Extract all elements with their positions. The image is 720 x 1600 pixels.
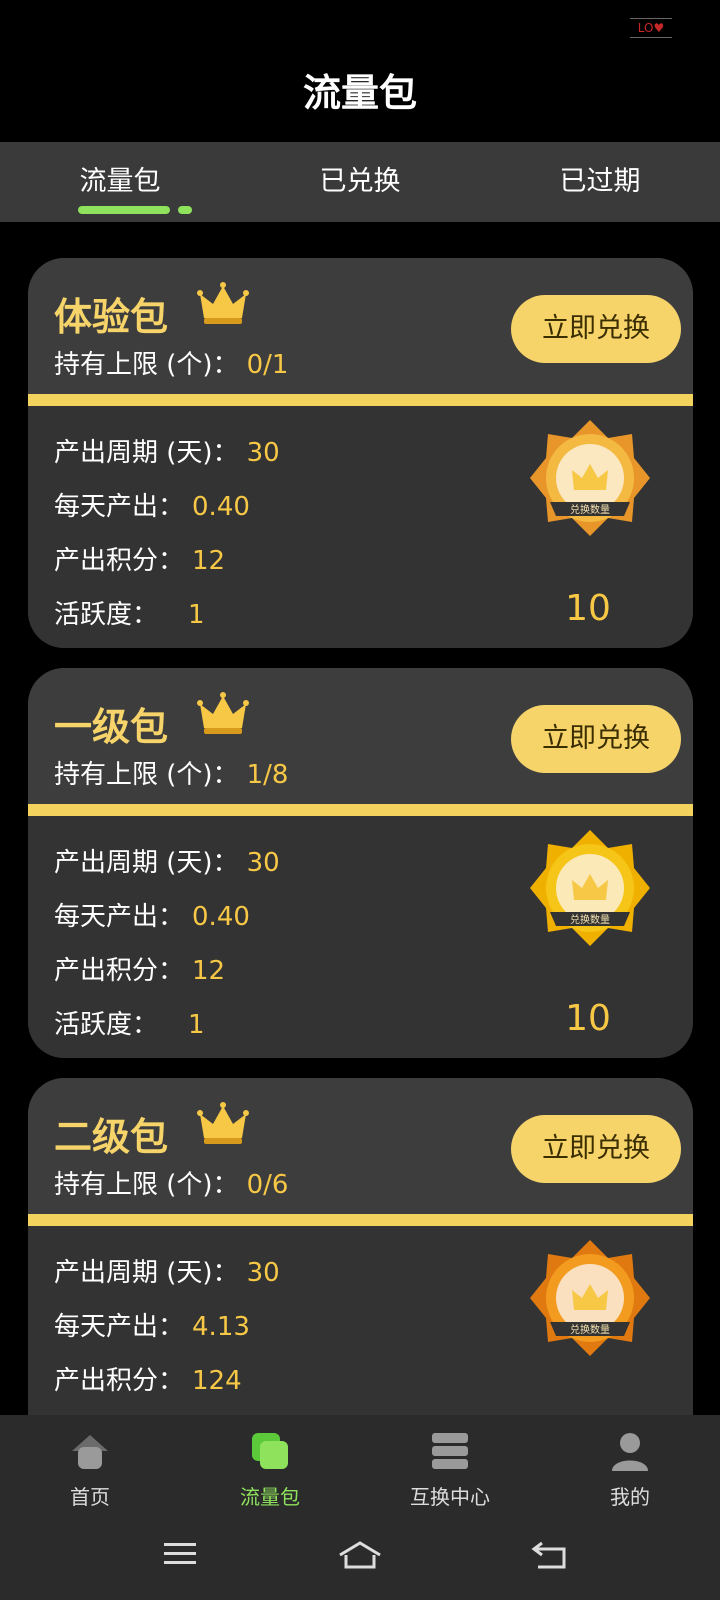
card-divider <box>28 1214 693 1226</box>
exchange-center-icon <box>432 1433 468 1469</box>
active-tab-indicator <box>78 206 192 214</box>
medal-icon: 兑换数量 <box>530 420 650 536</box>
redeem-button[interactable]: 立即兑换 <box>511 295 681 363</box>
holding-limit: 持有上限 (个)： 0/6 <box>54 1170 289 1200</box>
nav-packages[interactable]: 流量包 <box>180 1415 360 1515</box>
daily-output: 每天产出： 0.40 <box>54 492 250 522</box>
crown-icon <box>197 1102 249 1144</box>
crown-icon <box>197 282 249 324</box>
page-title: 流量包 <box>302 71 417 115</box>
daily-output: 每天产出： 0.40 <box>54 902 250 932</box>
nav-home-label: 首页 <box>70 1485 110 1509</box>
svg-text:兑换数量: 兑换数量 <box>570 1323 610 1336</box>
bottom-nav: 首页 流量包 互换中心 我的 <box>0 1415 720 1515</box>
package-card-trial: 体验包 持有上限 (个)： 0/1 立即兑换 产出周期 (天)： 30 每天产出： 0… <box>28 258 693 648</box>
output-period: 产出周期 (天)： 30 <box>54 1258 280 1288</box>
package-name: 二级包 <box>54 1115 169 1159</box>
status-logo: LO♥ <box>630 18 672 38</box>
activity-level: 活跃度： 1 <box>54 1010 205 1040</box>
crown-icon <box>197 692 249 734</box>
svg-text:兑换数量: 兑换数量 <box>570 913 610 926</box>
output-points: 产出积分： 12 <box>54 546 226 576</box>
back-icon[interactable] <box>530 1537 570 1571</box>
output-period: 产出周期 (天)： 30 <box>54 438 280 468</box>
output-points: 产出积分： 124 <box>54 1366 242 1396</box>
package-name: 一级包 <box>54 705 169 749</box>
nav-exchange-center-label: 互换中心 <box>410 1485 490 1509</box>
package-icon <box>252 1433 288 1469</box>
activity-level: 活跃度： 1 <box>54 600 205 630</box>
tab-bar: 流量包 已兑换 已过期 <box>0 142 720 222</box>
card-divider <box>28 394 693 406</box>
output-points: 产出积分： 12 <box>54 956 226 986</box>
nav-profile[interactable]: 我的 <box>540 1415 720 1515</box>
medal-icon: 兑换数量 <box>530 1240 650 1356</box>
holding-limit: 持有上限 (个)： 0/1 <box>54 350 289 380</box>
nav-home[interactable]: 首页 <box>0 1415 180 1515</box>
home-icon <box>72 1435 108 1469</box>
tab-expired[interactable]: 已过期 <box>480 142 720 222</box>
menu-icon[interactable] <box>160 1537 200 1571</box>
tab-redeemed[interactable]: 已兑换 <box>240 142 480 222</box>
nav-profile-label: 我的 <box>610 1485 650 1509</box>
svg-text:兑换数量: 兑换数量 <box>570 503 610 516</box>
redeem-button[interactable]: 立即兑换 <box>511 705 681 773</box>
package-card-level-2: 二级包 持有上限 (个)： 0/6 立即兑换 产出周期 (天)： 30 每天产出： 4… <box>28 1078 693 1438</box>
profile-icon <box>612 1433 648 1471</box>
package-card-level-1: 一级包 持有上限 (个)： 1/8 立即兑换 产出周期 (天)： 30 每天产出： 0… <box>28 668 693 1058</box>
redeem-count: 10 <box>565 588 611 629</box>
redeem-button[interactable]: 立即兑换 <box>511 1115 681 1183</box>
nav-exchange-center[interactable]: 互换中心 <box>360 1415 540 1515</box>
redeem-count: 10 <box>565 998 611 1039</box>
output-period: 产出周期 (天)： 30 <box>54 848 280 878</box>
package-name: 体验包 <box>54 295 169 339</box>
system-nav-bar <box>0 1515 720 1600</box>
medal-icon: 兑换数量 <box>530 830 650 946</box>
holding-limit: 持有上限 (个)： 1/8 <box>54 760 289 790</box>
nav-packages-label: 流量包 <box>240 1485 300 1509</box>
card-divider <box>28 804 693 816</box>
daily-output: 每天产出： 4.13 <box>54 1312 250 1342</box>
home-button-icon[interactable] <box>336 1537 384 1571</box>
